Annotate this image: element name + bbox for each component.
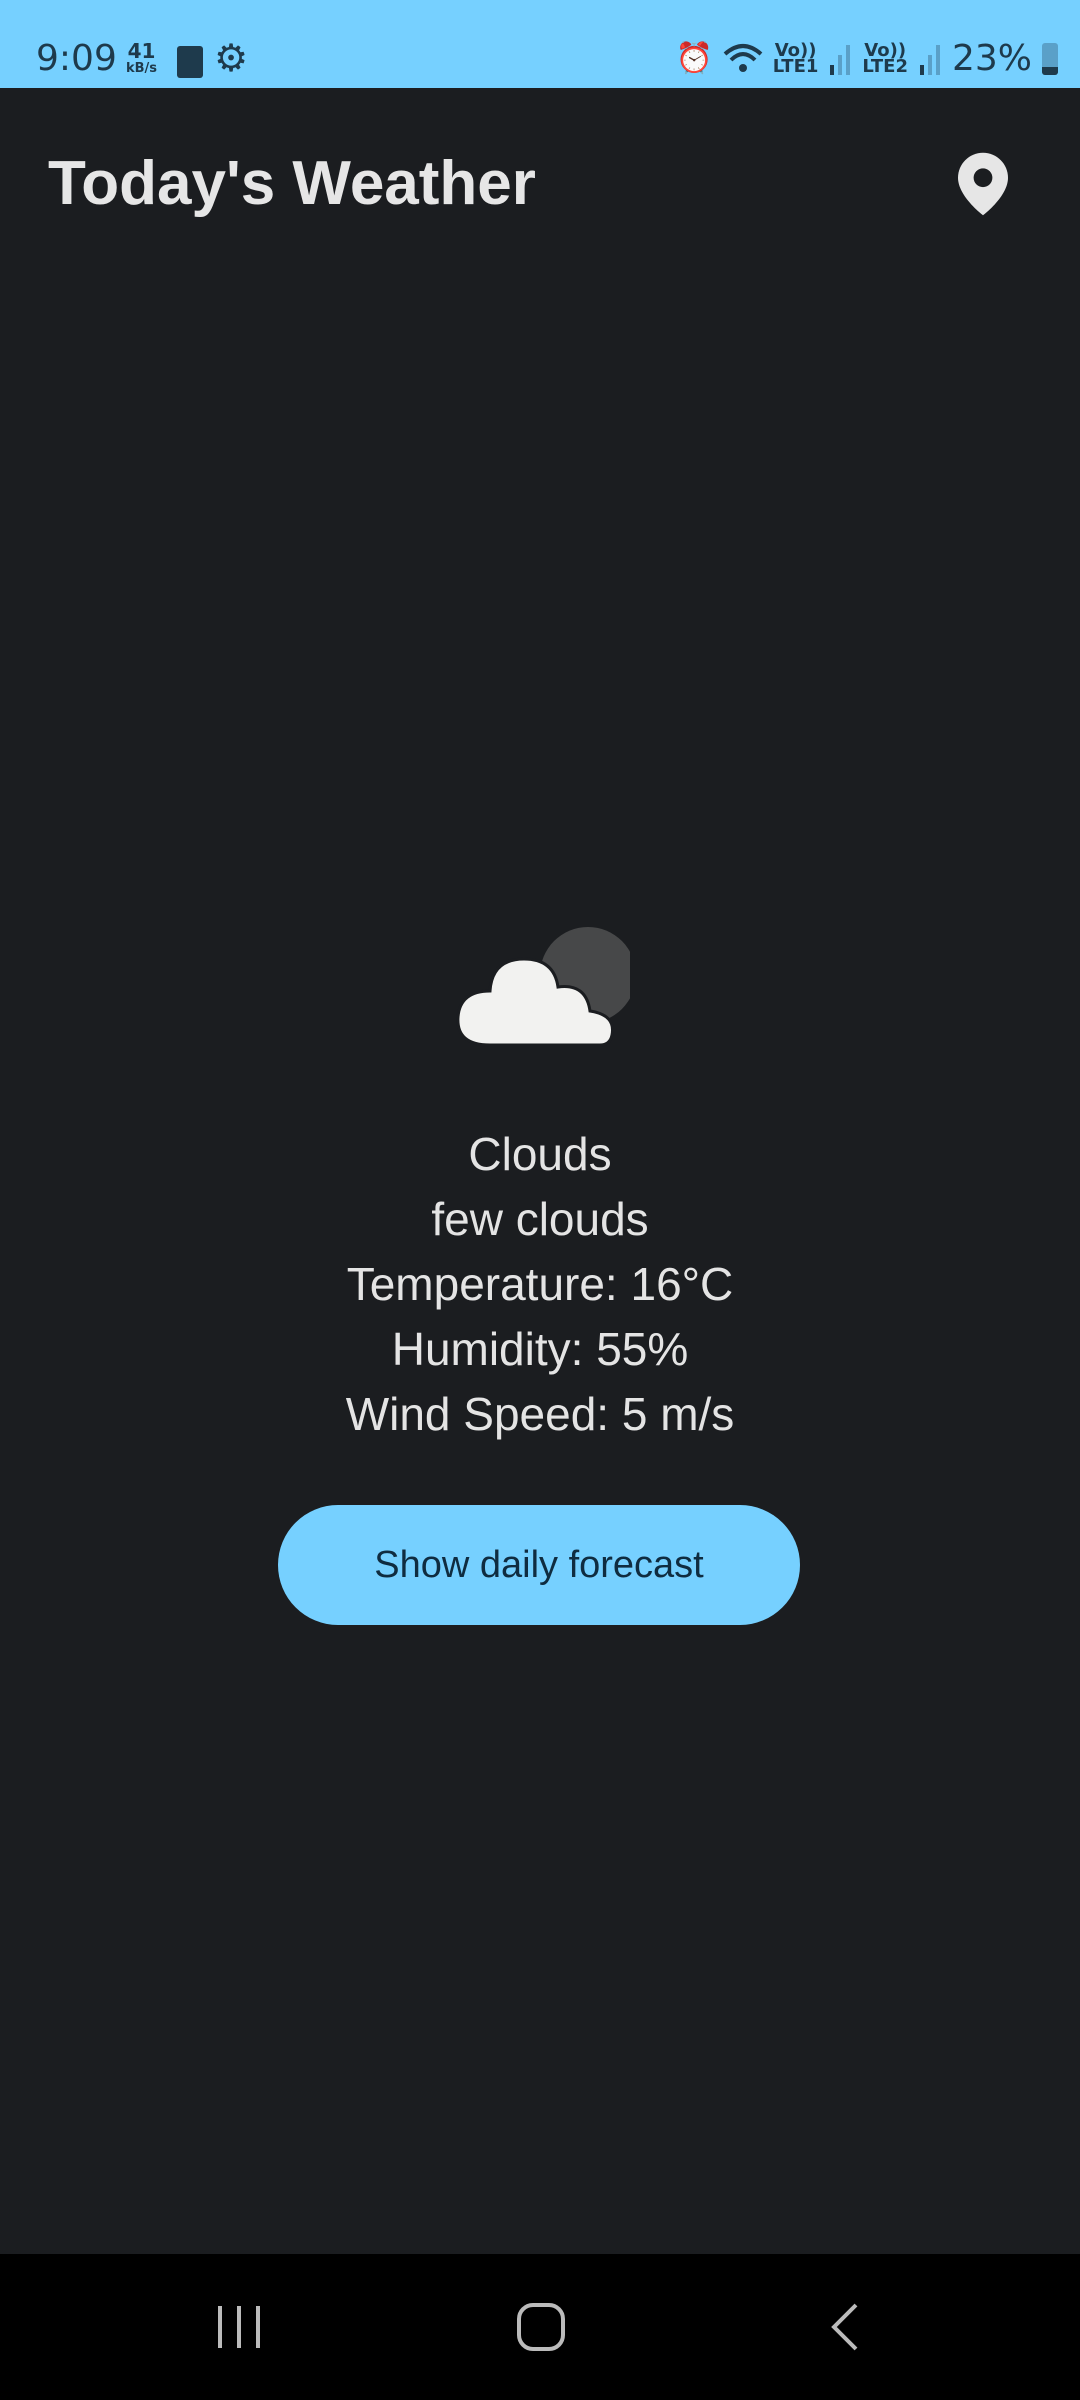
signal-icon <box>830 44 851 75</box>
sim2-indicator: Vo)) LTE2 <box>862 41 908 77</box>
location-pin-icon[interactable] <box>958 152 1008 216</box>
home-button[interactable] <box>514 2300 568 2354</box>
recents-button[interactable] <box>214 2300 264 2354</box>
network-speed: 41 kB/s <box>126 41 158 78</box>
network-speed-unit: kB/s <box>126 61 158 76</box>
status-bar: 9:09 41 kB/s ⚙ ⏰ Vo)) LTE1 Vo)) LTE2 23% <box>0 0 1080 88</box>
status-icons: ⏰ Vo)) LTE1 Vo)) LTE2 23% <box>675 38 1058 79</box>
weather-main: Clouds <box>468 1128 612 1180</box>
page-title: Today's Weather <box>48 149 536 218</box>
sim1-label: LTE1 <box>772 55 819 77</box>
show-daily-forecast-button[interactable]: Show daily forecast <box>278 1505 800 1625</box>
weather-info: Clouds few clouds Temperature: 16°C Humi… <box>0 1122 1080 1447</box>
battery-percent: 23% <box>951 38 1032 79</box>
gear-notification-icon: ⚙ <box>214 36 249 80</box>
temperature: Temperature: 16°C <box>346 1258 734 1310</box>
few-clouds-night-icon <box>456 927 630 1047</box>
signal-icon <box>919 44 940 75</box>
back-button[interactable] <box>826 2300 866 2354</box>
wind-speed: Wind Speed: 5 m/s <box>345 1388 735 1440</box>
status-time: 9:09 <box>36 38 117 79</box>
checkbox-notification-icon <box>177 46 203 78</box>
battery-icon <box>1042 42 1058 75</box>
alarm-icon: ⏰ <box>675 41 713 76</box>
sim1-indicator: Vo)) LTE1 <box>772 41 819 77</box>
humidity: Humidity: 55% <box>391 1323 689 1375</box>
navigation-bar <box>0 2254 1080 2400</box>
weather-description: few clouds <box>431 1193 649 1245</box>
wifi-icon <box>723 43 763 72</box>
sim2-label: LTE2 <box>862 55 908 77</box>
